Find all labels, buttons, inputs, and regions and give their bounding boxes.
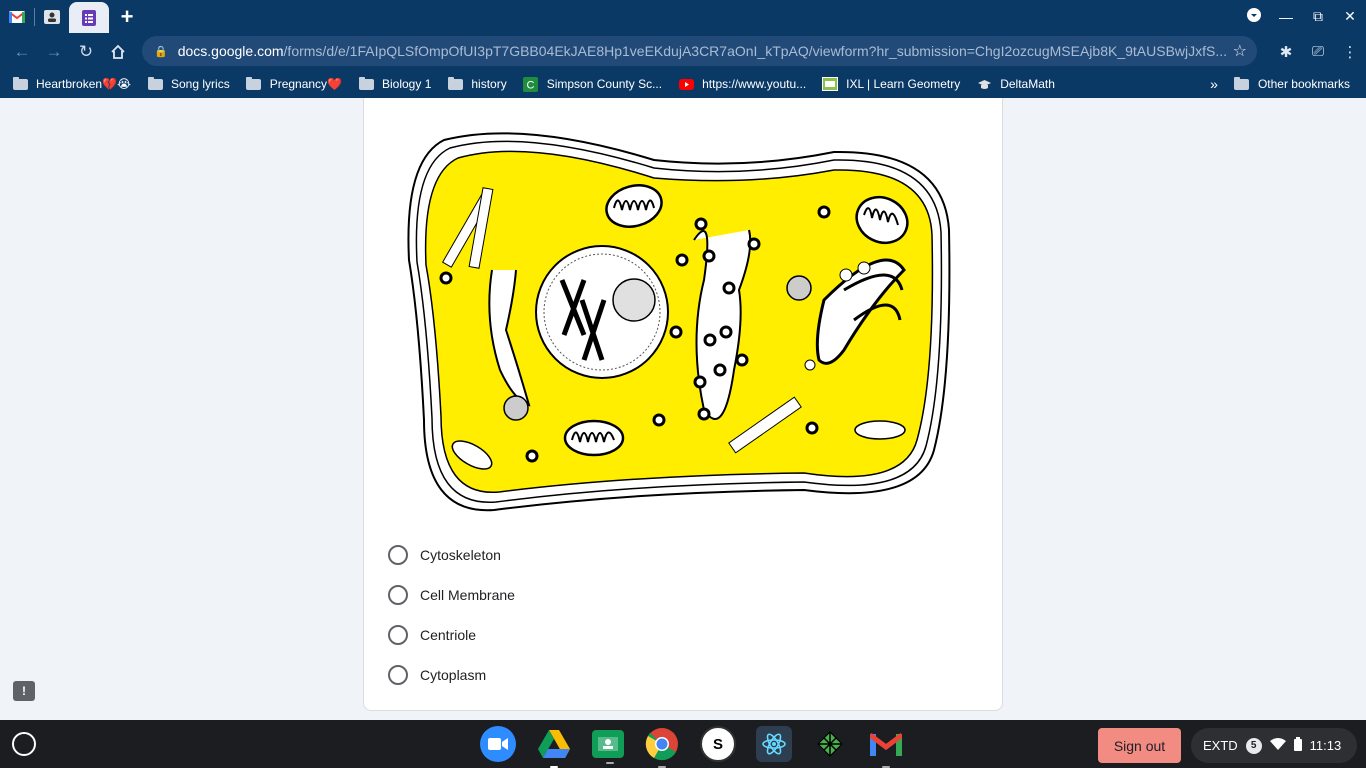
answer-options: Cytoskeleton Cell Membrane Centriole Cyt… <box>388 535 515 695</box>
bookmark-item[interactable]: history <box>447 76 507 91</box>
option-label: Cytoplasm <box>420 667 487 683</box>
page-content: Cytoskeleton Cell Membrane Centriole Cyt… <box>0 98 1366 720</box>
bookmark-item[interactable]: IXL | Learn Geometry <box>822 77 960 91</box>
svg-text:C: C <box>527 79 535 91</box>
folder-icon <box>147 76 163 91</box>
gmail-icon <box>9 10 25 23</box>
feedback-button[interactable]: ! <box>13 681 35 701</box>
geometry-app-icon[interactable] <box>812 726 848 762</box>
extensions-icon[interactable]: ✱ <box>1270 43 1302 61</box>
tab-gmail[interactable] <box>0 0 34 33</box>
lock-icon: 🔒 <box>154 45 168 58</box>
skype-style-app-icon[interactable]: S <box>700 726 736 762</box>
option-cytoskeleton[interactable]: Cytoskeleton <box>388 535 515 575</box>
tab-contacts[interactable] <box>35 0 69 33</box>
deltamath-icon <box>976 78 992 91</box>
tab-google-forms[interactable] <box>69 2 109 33</box>
bookmarks-right: » Other bookmarks <box>1210 70 1366 98</box>
google-drive-app-icon[interactable] <box>536 726 572 768</box>
classroom-icon: C <box>523 76 539 92</box>
notification-count-badge: 5 <box>1245 737 1262 754</box>
radio-button[interactable] <box>388 585 408 605</box>
sign-out-button[interactable]: Sign out <box>1098 728 1181 763</box>
bookmark-item[interactable]: Pregnancy❤️ <box>246 76 342 91</box>
radio-button[interactable] <box>388 665 408 685</box>
bookmarks-bar: Heartbroken💔😭 Song lyrics Pregnancy❤️ Bi… <box>0 70 1366 98</box>
option-centriole[interactable]: Centriole <box>388 615 515 655</box>
url-host: docs.google.com <box>177 43 284 59</box>
gmail-app-icon[interactable] <box>868 726 904 768</box>
radio-button[interactable] <box>388 545 408 565</box>
bookmarks-overflow-button[interactable]: » <box>1210 76 1218 92</box>
reload-button[interactable]: ↻ <box>70 36 102 68</box>
bookmark-item[interactable]: Heartbroken💔😭 <box>12 76 131 91</box>
home-button[interactable] <box>102 36 134 68</box>
new-tab-button[interactable]: + <box>109 0 145 33</box>
pinned-apps: S <box>470 726 914 768</box>
bookmark-item[interactable]: Song lyrics <box>147 76 230 91</box>
atom-app-icon[interactable] <box>756 726 792 762</box>
tab-search-icon[interactable] <box>1238 8 1270 25</box>
folder-icon <box>12 76 28 91</box>
cast-icon[interactable]: ⎚ <box>1302 43 1334 60</box>
folder-icon <box>358 76 374 91</box>
chrome-app-icon[interactable] <box>644 726 680 768</box>
forms-icon <box>82 9 96 26</box>
wifi-icon <box>1269 738 1286 753</box>
option-label: Cytoskeleton <box>420 547 501 563</box>
option-cell-membrane[interactable]: Cell Membrane <box>388 575 515 615</box>
reload-icon: ↻ <box>78 41 94 61</box>
clock: 11:13 <box>1309 738 1342 753</box>
status-tray[interactable]: EXTD 5 11:13 <box>1191 728 1357 763</box>
bookmark-item[interactable]: C Simpson County Sc... <box>523 76 662 92</box>
bookmark-star-icon[interactable]: ☆ <box>1233 41 1247 61</box>
forward-button[interactable]: → <box>38 36 70 68</box>
launcher-icon[interactable] <box>12 732 36 756</box>
folder-icon <box>1234 76 1250 91</box>
os-shelf: S Sign out EXTD 5 11:13 <box>0 720 1366 768</box>
arrow-right-icon: → <box>45 41 63 61</box>
back-button[interactable]: ← <box>6 36 38 68</box>
toolbar-right: ✱ ⎚ ⋮ <box>1270 33 1366 70</box>
browser-toolbar: ← → ↻ 🔒 docs.google.com/forms/d/e/1FAIpQ… <box>0 33 1366 70</box>
radio-button[interactable] <box>388 625 408 645</box>
menu-icon[interactable]: ⋮ <box>1334 43 1366 61</box>
display-mode-label: EXTD <box>1203 738 1238 753</box>
tab-strip: + — ⧉ ✕ <box>0 0 1366 33</box>
zoom-app-icon[interactable] <box>480 726 516 762</box>
close-icon[interactable]: ✕ <box>1334 8 1366 25</box>
question-card: Cytoskeleton Cell Membrane Centriole Cyt… <box>363 98 1003 711</box>
folder-icon <box>246 76 262 91</box>
google-classroom-app-icon[interactable] <box>592 730 624 764</box>
youtube-icon <box>678 78 694 91</box>
option-label: Cell Membrane <box>420 587 515 603</box>
battery-icon <box>1293 737 1302 754</box>
url-path: /forms/d/e/1FAIpQLSfOmpOfUI3pT7GBB04EkJA… <box>283 43 1228 59</box>
address-bar[interactable]: 🔒 docs.google.com/forms/d/e/1FAIpQLSfOmp… <box>142 36 1257 66</box>
bookmark-item[interactable]: DeltaMath <box>976 77 1055 91</box>
home-icon <box>111 44 125 59</box>
maximize-icon[interactable]: ⧉ <box>1302 8 1334 25</box>
folder-icon <box>447 76 463 91</box>
other-bookmarks[interactable]: Other bookmarks <box>1234 76 1350 91</box>
option-cytoplasm[interactable]: Cytoplasm <box>388 655 515 695</box>
bookmark-item[interactable]: Biology 1 <box>358 76 431 91</box>
option-label: Centriole <box>420 627 477 643</box>
contact-icon <box>44 9 60 24</box>
window-controls: — ⧉ ✕ <box>1238 0 1366 33</box>
animal-cell-diagram <box>407 132 951 512</box>
ixl-icon <box>822 77 839 91</box>
minimize-icon[interactable]: — <box>1270 9 1302 25</box>
bookmark-item[interactable]: https://www.youtu... <box>678 77 806 91</box>
arrow-left-icon: ← <box>13 41 31 61</box>
